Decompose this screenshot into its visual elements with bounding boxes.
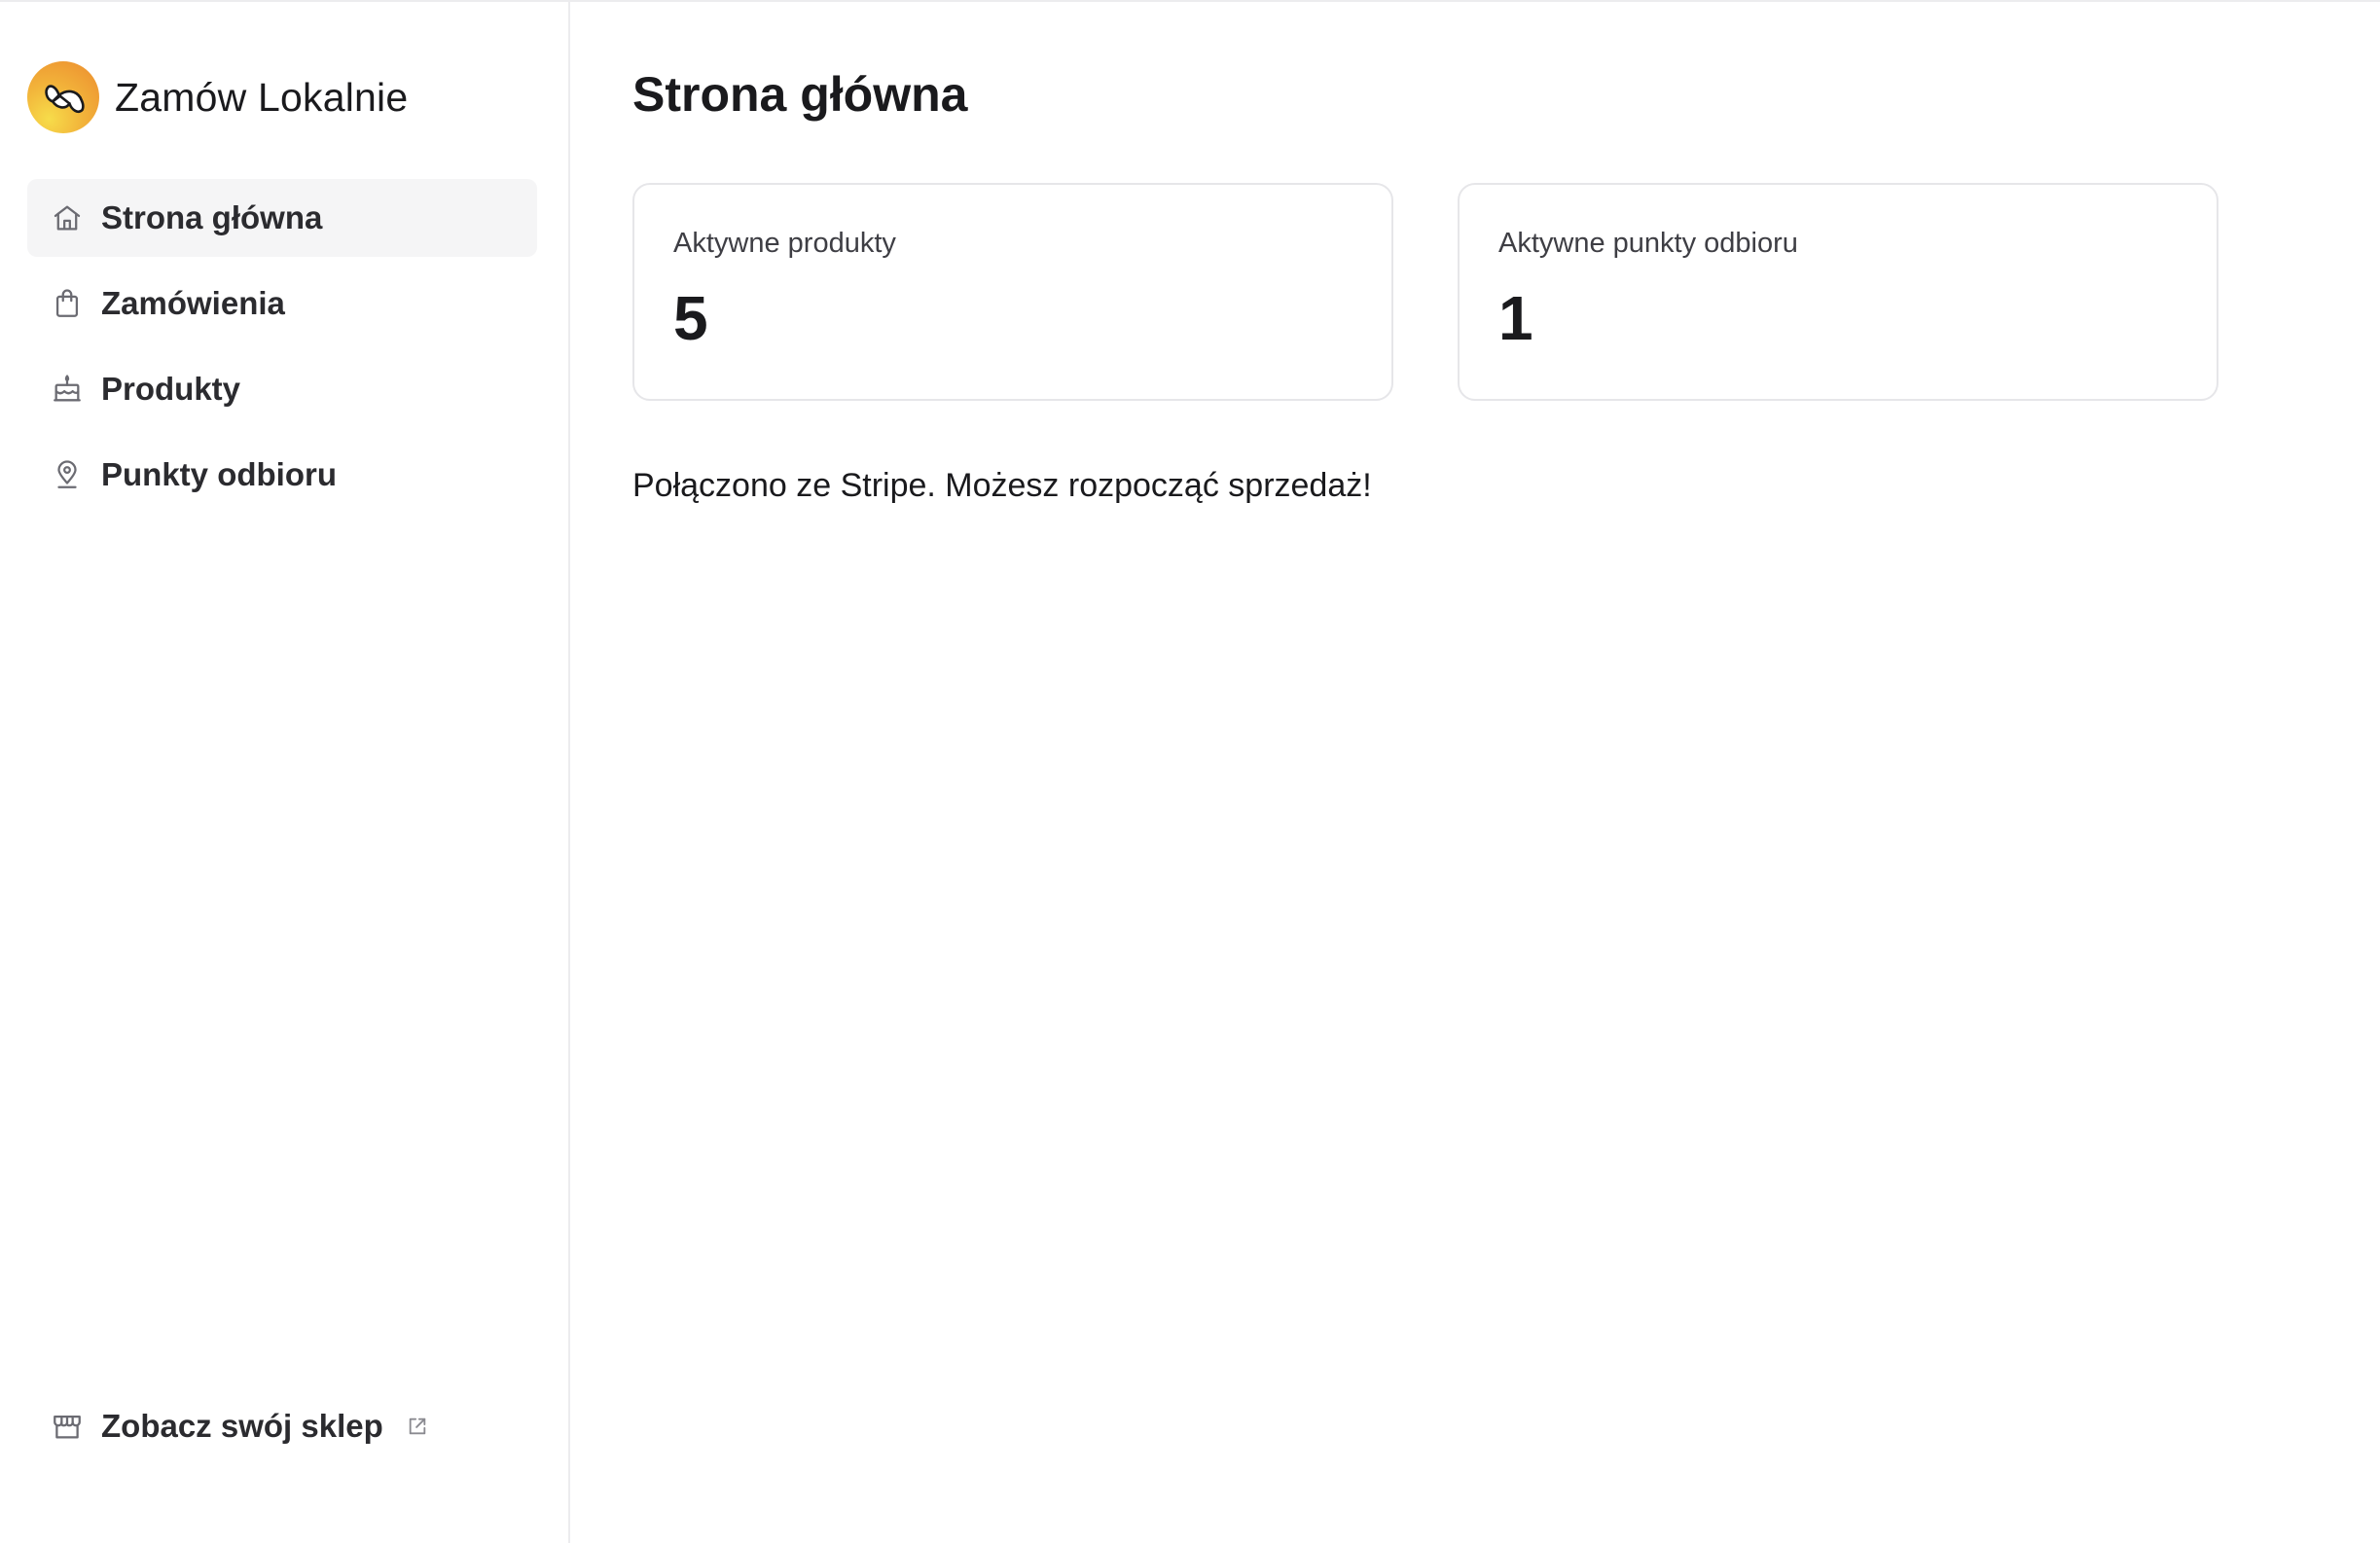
sidebar-item-label: Strona główna [101,199,323,235]
croissant-icon [27,61,99,133]
sidebar-item-label: Zamówienia [101,285,285,321]
main-content: Strona główna Aktywne produkty 5 Aktywne… [570,2,2380,1543]
brand[interactable]: Zamów Lokalnie [27,60,537,134]
view-store-label: Zobacz swój sklep [101,1408,383,1444]
sidebar-item-home[interactable]: Strona główna [27,179,537,257]
stat-card-active-products: Aktywne produkty 5 [632,183,1393,401]
storefront-icon [51,1410,84,1443]
home-icon [51,201,84,234]
brand-title: Zamów Lokalnie [115,74,409,120]
shopping-bag-icon [51,287,84,320]
sidebar-item-label: Produkty [101,371,241,407]
sidebar-item-pickup-points[interactable]: Punkty odbioru [27,436,537,514]
stat-card-active-pickup-points: Aktywne punkty odbioru 1 [1458,183,2218,401]
map-pin-icon [51,458,84,491]
stripe-status-message: Połączono ze Stripe. Możesz rozpocząć sp… [632,467,1372,504]
stat-value: 1 [1498,283,1533,353]
cake-icon [51,373,84,406]
external-link-icon [407,1416,428,1437]
sidebar-item-products[interactable]: Produkty [27,350,537,428]
sidebar: Zamów Lokalnie Strona główna Zamówienia … [0,2,570,1543]
app-shell: Zamów Lokalnie Strona główna Zamówienia … [0,0,2380,1543]
stats-row: Aktywne produkty 5 Aktywne punkty odbior… [632,183,2318,401]
stat-label: Aktywne produkty [673,228,896,259]
sidebar-item-label: Punkty odbioru [101,456,337,492]
sidebar-item-orders[interactable]: Zamówienia [27,265,537,342]
view-store-link[interactable]: Zobacz swój sklep [27,1387,537,1465]
page-title: Strona główna [632,67,968,122]
stat-value: 5 [673,283,708,353]
stat-label: Aktywne punkty odbioru [1498,228,1798,259]
sidebar-nav: Strona główna Zamówienia Produkty Punkty… [27,179,537,514]
